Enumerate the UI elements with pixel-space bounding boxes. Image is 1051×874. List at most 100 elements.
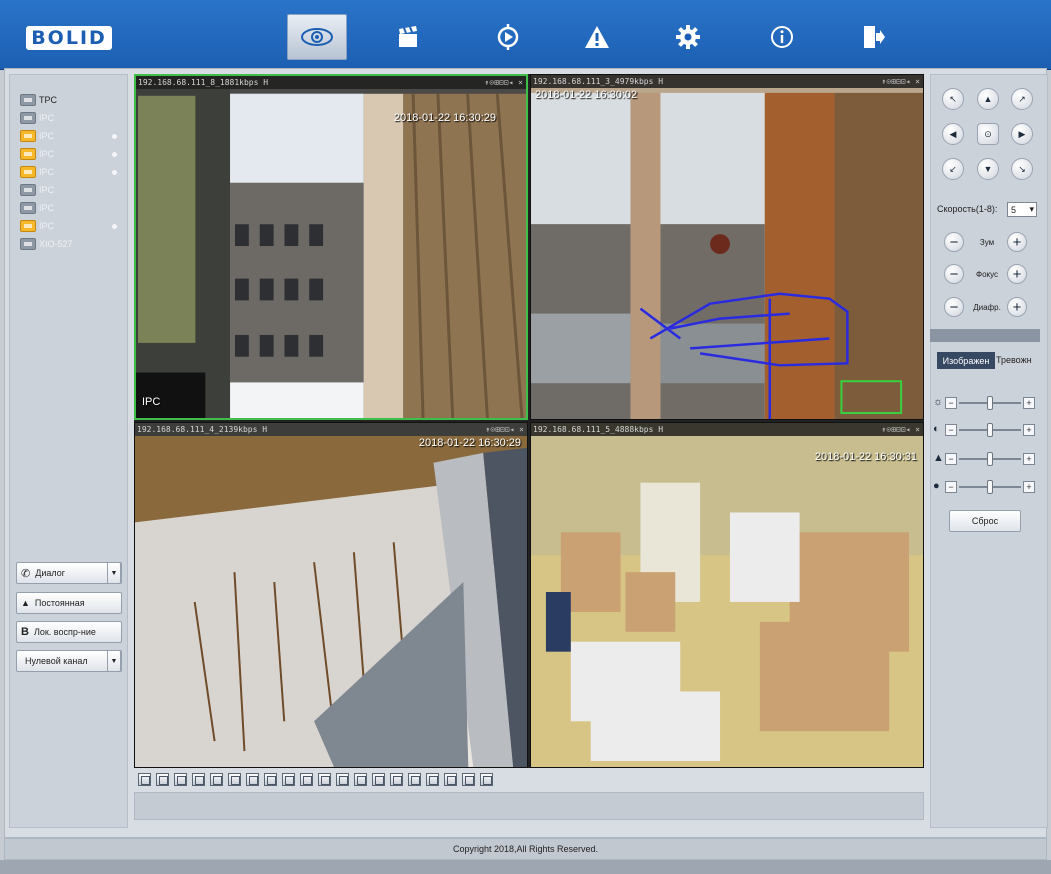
device-item[interactable]: IPC [20,181,54,199]
camera-icon [20,238,36,250]
focus-minus-button[interactable]: − [944,264,964,284]
slider-knob[interactable] [987,452,993,466]
layout-button[interactable] [444,773,457,786]
layout-button[interactable] [426,773,439,786]
tile-channel-label: IPC [142,396,161,408]
tile-controls[interactable]: ↟⊙⊞⊟⊡◂ × [881,423,920,436]
device-item[interactable]: IPC [20,199,54,217]
tile-timestamp: 2018-01-22 16:30:29 [418,437,521,449]
brand-logo: BOLID [26,26,112,50]
layout-button[interactable] [390,773,403,786]
video-tile[interactable]: 192.168.68.111_4_2139kbps H ↟⊙⊞⊟⊡◂ × 201… [134,422,528,768]
layout-button[interactable] [138,773,151,786]
device-item[interactable]: IPC [20,217,117,235]
camera-icon [20,112,36,124]
zero-channel-button[interactable]: Нулевой канал ▼ [16,650,122,672]
slider-knob[interactable] [987,480,993,494]
talk-dropdown-arrow[interactable]: ▼ [107,562,121,584]
tab-alarm[interactable]: Тревожн [996,352,1032,369]
reset-button[interactable]: Сброс [949,510,1021,532]
ptz-down-left-button[interactable]: ↙ [942,158,964,180]
hue-slider[interactable]: ● − + [933,479,1037,495]
increase-button[interactable]: + [1023,424,1035,436]
tile-info-bar: 192.168.68.111_8_1881kbps H ↟⊙⊞⊟⊡◂ × [136,76,526,89]
tile-controls[interactable]: ↟⊙⊞⊟⊡◂ × [485,423,524,436]
speed-value: 5 [1011,204,1017,215]
device-item[interactable]: XIO-527 [20,235,73,253]
layout-button[interactable] [300,773,313,786]
video-tile[interactable]: 192.168.68.111_3_4979kbps H ↟⊙⊞⊟⊡◂ × 201… [530,74,924,420]
video-tile[interactable]: 192.168.68.111_5_4888kbps H ↟⊙⊞⊟⊡◂ × 201… [530,422,924,768]
layout-button[interactable] [372,773,385,786]
layout-button[interactable] [210,773,223,786]
zoom-in-button[interactable]: + [1007,232,1027,252]
talk-button[interactable]: ✆ Диалог ▼ [16,562,122,584]
layout-button[interactable] [228,773,241,786]
focus-plus-button[interactable]: + [1007,264,1027,284]
ptz-left-button[interactable]: ◀ [942,123,964,145]
copyright-text: Copyright 2018,All Rights Reserved. [452,844,599,854]
playback-tab[interactable] [378,14,438,60]
live-view-tab[interactable] [287,14,347,60]
layout-button[interactable] [318,773,331,786]
ptz-up-right-button[interactable]: ↗ [1011,88,1033,110]
device-label: IPC [39,113,55,123]
layout-button[interactable] [282,773,295,786]
arrow-up-right-icon: ↗ [1018,93,1026,104]
layout-button[interactable] [192,773,205,786]
decrease-button[interactable]: − [945,397,957,409]
ptz-right-button[interactable]: ▶ [1011,123,1033,145]
iris-minus-button[interactable]: − [944,297,964,317]
layout-button[interactable] [264,773,277,786]
settings-tab[interactable] [658,14,718,60]
alarm-tab[interactable] [567,14,627,60]
device-item[interactable]: IPC [20,127,117,145]
contrast-slider[interactable]: ◐ − + [933,422,1037,438]
device-item[interactable]: IPC [20,109,54,127]
tab-image[interactable]: Изображен [937,352,995,369]
saturation-slider[interactable]: ▲ − + [933,451,1037,467]
iris-plus-button[interactable]: + [1007,297,1027,317]
layout-button[interactable] [354,773,367,786]
device-item[interactable]: IPC [20,145,117,163]
local-playback-label: Лок. воспр-ние [33,627,96,637]
warning-icon: ▲ [21,598,30,608]
zero-channel-dropdown-arrow[interactable]: ▼ [107,650,121,672]
increase-button[interactable]: + [1023,453,1035,465]
layout-button[interactable] [156,773,169,786]
ptz-center-button[interactable]: ⊙ [977,123,999,145]
decrease-button[interactable]: − [945,424,957,436]
layout-button[interactable] [408,773,421,786]
slider-knob[interactable] [987,423,993,437]
decrease-button[interactable]: − [945,481,957,493]
tile-controls[interactable]: ↟⊙⊞⊟⊡◂ × [881,75,920,88]
layout-button[interactable] [480,773,493,786]
info-tab[interactable] [752,14,812,60]
increase-button[interactable]: + [1023,481,1035,493]
local-playback-button[interactable]: B Лок. воспр-ние [16,621,122,643]
speed-select[interactable]: 5 [1007,202,1037,217]
logout-tab[interactable] [843,14,903,60]
tile-controls[interactable]: ↟⊙⊞⊟⊡◂ × [484,76,523,89]
device-item[interactable]: TPC [20,91,57,109]
layout-button[interactable] [336,773,349,786]
zoom-out-button[interactable]: − [944,232,964,252]
layout-button[interactable] [246,773,259,786]
video-tile[interactable]: 192.168.68.111_8_1881kbps H ↟⊙⊞⊟⊡◂ × 201… [134,74,528,420]
ptz-down-button[interactable]: ▼ [977,158,999,180]
slider-knob[interactable] [987,396,993,410]
increase-button[interactable]: + [1023,397,1035,409]
layout-button[interactable] [462,773,475,786]
brightness-slider[interactable]: ☼ − + [933,395,1037,411]
decrease-button[interactable]: − [945,453,957,465]
device-item[interactable]: IPC [20,163,117,181]
camera-online-icon [20,130,36,142]
layout-button[interactable] [174,773,187,786]
ptz-up-left-button[interactable]: ↖ [942,88,964,110]
device-label: IPC [39,131,55,141]
ptz-down-right-button[interactable]: ↘ [1011,158,1033,180]
record-button[interactable]: ▲ Постоянная [16,592,122,614]
arrow-up-left-icon: ↖ [949,93,957,104]
ptz-tab[interactable] [478,14,538,60]
ptz-up-button[interactable]: ▲ [977,88,999,110]
